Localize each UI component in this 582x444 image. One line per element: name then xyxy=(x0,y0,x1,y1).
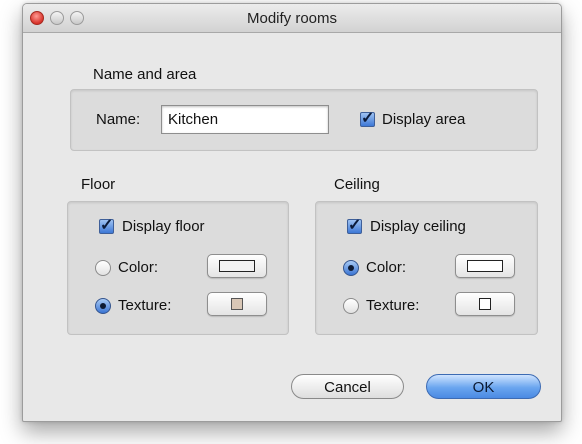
ceiling-color-label: Color: xyxy=(366,259,407,276)
name-area-group-label: Name and area xyxy=(93,66,197,83)
ceiling-texture-label: Texture: xyxy=(366,297,420,314)
radio-selected-dot xyxy=(100,303,106,309)
radio-selected-dot xyxy=(348,265,354,271)
display-ceiling-label: Display ceiling xyxy=(370,218,466,235)
ceiling-texture-radio[interactable] xyxy=(343,298,359,314)
room-name-input[interactable] xyxy=(161,105,329,134)
display-area-label: Display area xyxy=(382,111,466,128)
ceiling-texture-swatch xyxy=(479,298,491,310)
display-area-checkbox[interactable]: ✓ xyxy=(360,110,375,127)
floor-box: ✓ Display floor Color: Texture: xyxy=(67,201,289,335)
checkmark-icon: ✓ xyxy=(348,217,362,234)
floor-texture-label: Texture: xyxy=(118,297,172,314)
cancel-button[interactable]: Cancel xyxy=(291,374,404,399)
name-label: Name: xyxy=(96,111,141,128)
ceiling-group-label: Ceiling xyxy=(334,176,380,193)
display-floor-checkbox[interactable]: ✓ xyxy=(99,217,114,234)
floor-texture-button[interactable] xyxy=(207,292,267,316)
name-area-box: Name: ✓ Display area xyxy=(70,89,538,151)
ceiling-color-radio[interactable] xyxy=(343,260,359,276)
window-title: Modify rooms xyxy=(246,10,338,27)
checkmark-icon: ✓ xyxy=(100,217,114,234)
ok-button[interactable]: OK xyxy=(426,374,541,399)
checkmark-icon: ✓ xyxy=(361,110,375,127)
floor-group-label: Floor xyxy=(81,176,116,193)
floor-color-swatch xyxy=(219,260,255,272)
floor-color-radio[interactable] xyxy=(95,260,111,276)
floor-color-label: Color: xyxy=(118,259,159,276)
floor-texture-radio[interactable] xyxy=(95,298,111,314)
ceiling-box: ✓ Display ceiling Color: Texture: xyxy=(315,201,538,335)
floor-texture-swatch xyxy=(231,298,243,310)
ceiling-color-swatch xyxy=(467,260,503,272)
floor-color-button[interactable] xyxy=(207,254,267,278)
title-bar: Modify rooms xyxy=(23,4,561,33)
ceiling-color-button[interactable] xyxy=(455,254,515,278)
modify-rooms-dialog: Modify rooms Name and area Name: ✓ Displ… xyxy=(22,3,562,422)
display-ceiling-checkbox[interactable]: ✓ xyxy=(347,217,362,234)
display-floor-label: Display floor xyxy=(122,218,205,235)
ceiling-texture-button[interactable] xyxy=(455,292,515,316)
